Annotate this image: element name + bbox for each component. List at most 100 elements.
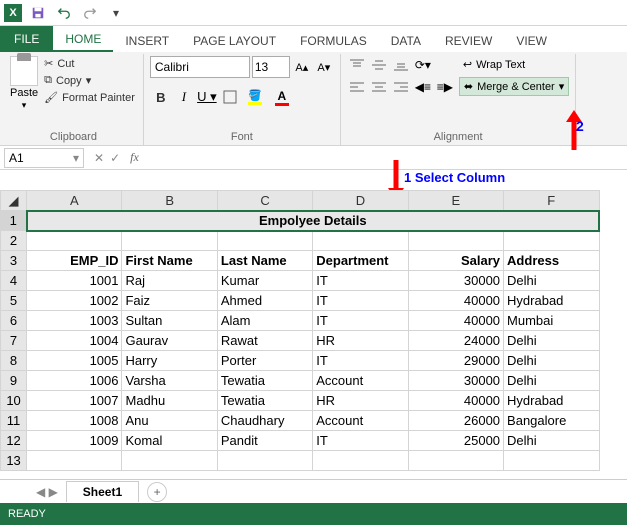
italic-button[interactable]: I [173,86,195,108]
cell-sal[interactable]: 40000 [408,391,503,411]
name-box[interactable]: A1 ▾ [4,148,84,168]
col-header-b[interactable]: B [122,191,217,211]
header-empid[interactable]: EMP_ID [27,251,122,271]
merged-title-cell[interactable]: Empolyee Details [27,211,599,231]
fill-color-button[interactable]: 🪣 [242,86,268,108]
row-header-12[interactable]: 12 [1,431,27,451]
cell-fn[interactable]: Harry [122,351,217,371]
decrease-indent-button[interactable]: ◀≡ [413,78,433,96]
align-right-button[interactable] [391,78,411,96]
cell-addr[interactable]: Delhi [504,371,599,391]
fx-icon[interactable]: fx [126,150,143,165]
cell-ln[interactable]: Tewatia [217,391,312,411]
cell-dept[interactable]: HR [313,331,408,351]
row-header-13[interactable]: 13 [1,451,27,471]
tab-home[interactable]: HOME [53,28,113,52]
row-header-8[interactable]: 8 [1,351,27,371]
cell-ln[interactable]: Tewatia [217,371,312,391]
row-header-6[interactable]: 6 [1,311,27,331]
tab-formulas[interactable]: FORMULAS [288,30,379,52]
increase-font-button[interactable]: A▴ [292,57,312,77]
align-top-button[interactable] [347,56,367,74]
cell-sal[interactable]: 30000 [408,271,503,291]
undo-button[interactable] [54,3,74,23]
header-salary[interactable]: Salary [408,251,503,271]
header-department[interactable]: Department [313,251,408,271]
cell-ln[interactable]: Pandit [217,431,312,451]
cell-ln[interactable]: Porter [217,351,312,371]
copy-button[interactable]: ⧉Copy ▾ [42,73,137,88]
header-address[interactable]: Address [504,251,599,271]
border-button[interactable] [219,86,241,108]
row-header-5[interactable]: 5 [1,291,27,311]
col-header-e[interactable]: E [408,191,503,211]
col-header-a[interactable]: A [27,191,122,211]
cell-dept[interactable]: IT [313,431,408,451]
tab-page-layout[interactable]: PAGE LAYOUT [181,30,288,52]
cell-fn[interactable]: Gaurav [122,331,217,351]
cell-ln[interactable]: Ahmed [217,291,312,311]
align-left-button[interactable] [347,78,367,96]
enter-formula-icon[interactable]: ✓ [110,151,120,165]
orientation-button[interactable]: ⟳▾ [413,56,433,74]
cell-sal[interactable]: 40000 [408,311,503,331]
cell-dept[interactable]: IT [313,271,408,291]
sheet-nav[interactable]: ◀ ▶ [30,485,64,499]
cell-sal[interactable]: 25000 [408,431,503,451]
cell-fn[interactable]: Varsha [122,371,217,391]
row-header-2[interactable]: 2 [1,231,27,251]
row-header-9[interactable]: 9 [1,371,27,391]
cell-fn[interactable]: Komal [122,431,217,451]
cell-fn[interactable]: Faiz [122,291,217,311]
cell-id[interactable]: 1006 [27,371,122,391]
cell-id[interactable]: 1001 [27,271,122,291]
select-all-corner[interactable]: ◢ [1,191,27,211]
cell-id[interactable]: 1005 [27,351,122,371]
qat-customize[interactable]: ▾ [106,3,126,23]
cell-sal[interactable]: 24000 [408,331,503,351]
spreadsheet-grid[interactable]: ◢ A B C D E F 1 Empolyee Details 2 3 EMP… [0,190,627,471]
cell-ln[interactable]: Alam [217,311,312,331]
tab-data[interactable]: DATA [379,30,433,52]
cell-id[interactable]: 1004 [27,331,122,351]
cell-addr[interactable]: Bangalore [504,411,599,431]
cell-addr[interactable]: Hydrabad [504,291,599,311]
font-size-select[interactable] [252,56,290,78]
align-bottom-button[interactable] [391,56,411,74]
cell-id[interactable]: 1003 [27,311,122,331]
row-header-10[interactable]: 10 [1,391,27,411]
bold-button[interactable]: B [150,86,172,108]
font-name-select[interactable] [150,56,250,78]
cell-addr[interactable]: Hydrabad [504,391,599,411]
tab-view[interactable]: VIEW [504,30,559,52]
cell-sal[interactable]: 29000 [408,351,503,371]
cell-fn[interactable]: Madhu [122,391,217,411]
cell-fn[interactable]: Anu [122,411,217,431]
row-header-11[interactable]: 11 [1,411,27,431]
col-header-f[interactable]: F [504,191,599,211]
cancel-formula-icon[interactable]: ✕ [94,151,104,165]
formula-input[interactable] [143,148,627,168]
cell-addr[interactable]: Delhi [504,431,599,451]
cell-addr[interactable]: Delhi [504,271,599,291]
cell-sal[interactable]: 26000 [408,411,503,431]
cell-dept[interactable]: IT [313,351,408,371]
sheet-tab-1[interactable]: Sheet1 [66,481,139,502]
cell-ln[interactable]: Chaudhary [217,411,312,431]
tab-file[interactable]: FILE [0,26,53,52]
header-firstname[interactable]: First Name [122,251,217,271]
align-middle-button[interactable] [369,56,389,74]
cell-addr[interactable]: Delhi [504,351,599,371]
header-lastname[interactable]: Last Name [217,251,312,271]
row-header-7[interactable]: 7 [1,331,27,351]
cut-button[interactable]: ✂Cut [42,56,137,71]
merge-center-button[interactable]: ⬌Merge & Center ▾ [459,77,569,96]
format-painter-button[interactable]: 🖌Format Painter [42,90,137,105]
row-header-1[interactable]: 1 [1,211,27,231]
cell-dept[interactable]: Account [313,371,408,391]
add-sheet-button[interactable]: + [147,482,167,502]
cell-id[interactable]: 1008 [27,411,122,431]
cell-fn[interactable]: Sultan [122,311,217,331]
decrease-font-button[interactable]: A▾ [314,57,334,77]
cell-id[interactable]: 1009 [27,431,122,451]
